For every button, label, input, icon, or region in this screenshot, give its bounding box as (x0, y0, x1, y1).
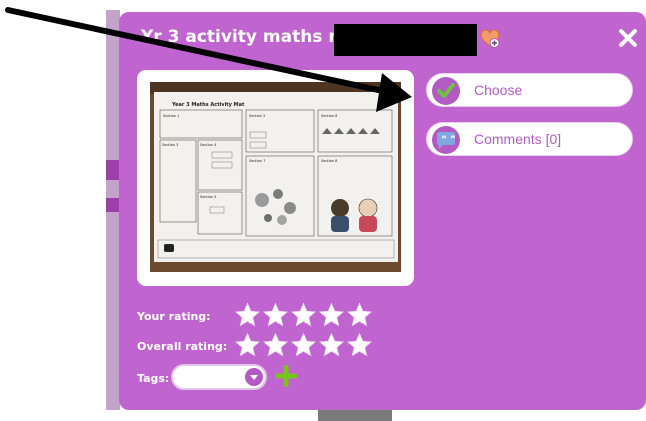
preview-section-3: Section 3 (162, 143, 178, 147)
resource-preview-image[interactable]: Year 3 Maths Activity Mat Section 1 Sect… (150, 82, 401, 272)
resource-modal: Yr 3 activity maths mat - Year 3 Maths A… (119, 12, 646, 410)
background-thumbnail (318, 410, 392, 421)
star-icon (290, 332, 317, 357)
chevron-down-icon (245, 368, 263, 386)
star-icon (262, 332, 289, 357)
preview-heading: Year 3 Maths Activity Mat (171, 102, 245, 108)
preview-section-1: Section 1 (163, 114, 179, 118)
choose-label: Choose (474, 82, 523, 98)
overall-rating-stars (234, 332, 374, 360)
tags-label: Tags: (137, 372, 170, 385)
background-tab (106, 198, 120, 212)
star-icon[interactable] (234, 302, 261, 328)
star-icon (318, 332, 345, 357)
star-icon[interactable] (290, 302, 317, 328)
speech-bubble-icon: “ ” (432, 126, 460, 154)
add-tag-icon[interactable] (275, 365, 297, 387)
close-icon[interactable] (616, 26, 640, 50)
choose-button[interactable]: Choose (426, 73, 633, 107)
comments-button[interactable]: “ ” Comments [0] (426, 122, 633, 156)
preview-section-8: Section 8 (321, 159, 337, 163)
heart-add-icon[interactable] (480, 29, 500, 49)
preview-section-4: Section 4 (200, 143, 217, 147)
star-icon (234, 332, 261, 357)
checkmark-icon (432, 77, 460, 105)
preview-frame: Year 3 Maths Activity Mat Section 1 Sect… (137, 70, 414, 286)
your-rating-stars[interactable] (234, 302, 374, 330)
preview-section-2: Section 2 (249, 114, 265, 118)
preview-section-6: Section 6 (321, 114, 337, 118)
star-icon[interactable] (346, 302, 373, 328)
star-icon[interactable] (262, 302, 289, 328)
background-tab (106, 160, 120, 180)
star-icon[interactable] (318, 302, 345, 328)
star-icon (346, 332, 373, 357)
your-rating-label: Your rating: (137, 310, 211, 323)
preview-section-7: Section 7 (249, 159, 265, 163)
preview-section-5: Section 5 (200, 195, 216, 199)
comments-label: Comments [0] (474, 131, 562, 147)
tags-select[interactable] (171, 364, 267, 390)
svg-text:“ ”: “ ” (441, 135, 456, 145)
overall-rating-label: Overall rating: (137, 340, 228, 353)
redacted-name (334, 24, 477, 56)
